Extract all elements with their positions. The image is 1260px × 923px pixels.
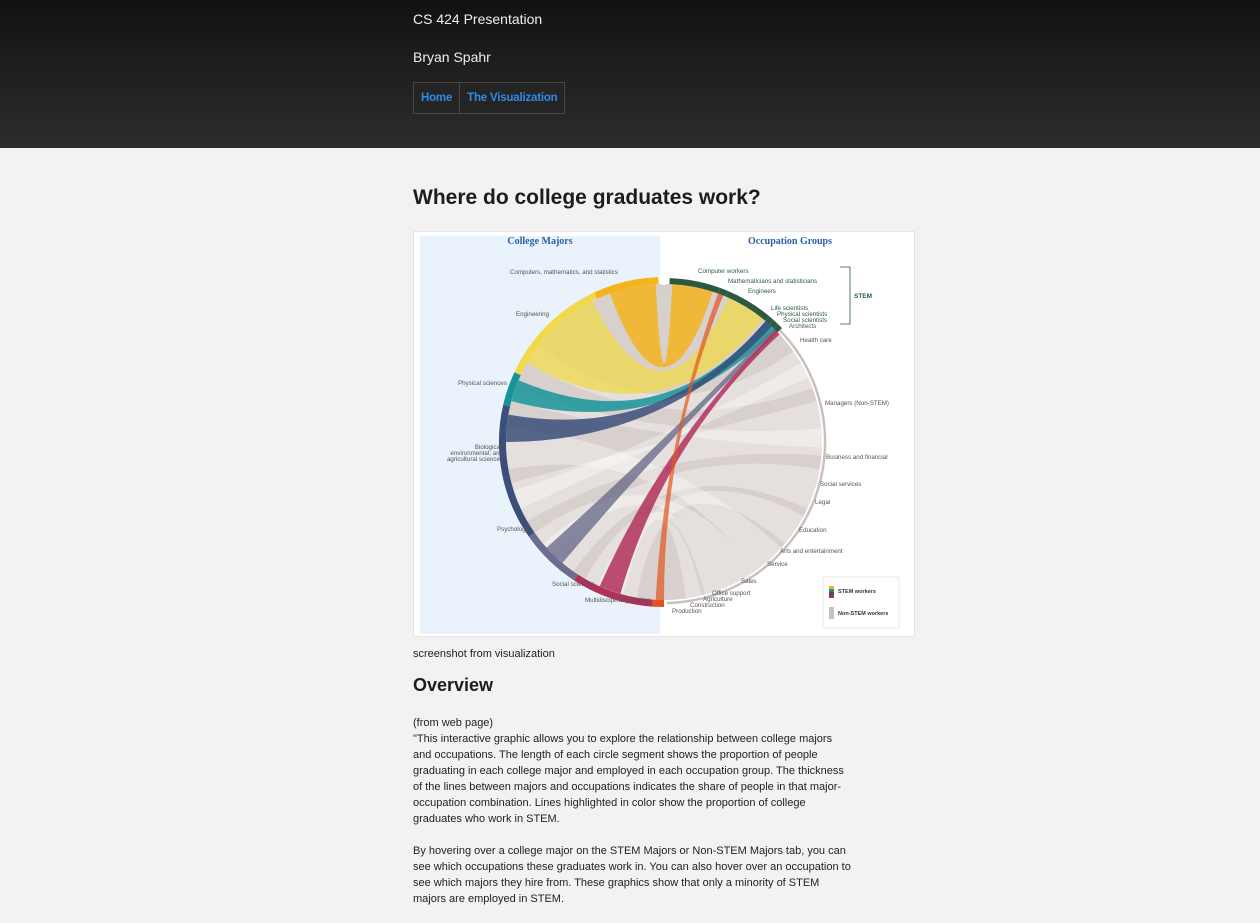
legend-swatch-teal (829, 589, 834, 592)
occ-label-managers: Managers (Non-STEM) (825, 400, 889, 407)
occ-label-production: Production (672, 608, 702, 615)
stem-bracket (840, 267, 850, 324)
overview-paragraph-1: "This interactive graphic allows you to … (413, 731, 853, 827)
occupation-arc (772, 322, 776, 326)
occupation-arc (686, 598, 703, 601)
nav-link-visualization[interactable]: The Visualization (459, 83, 564, 113)
occupation-arc (681, 601, 687, 602)
occ-label-social-services: Social services (820, 481, 861, 488)
legend-swatch-navy (829, 592, 834, 595)
major-label-physical: Physical sciences (458, 380, 507, 387)
legend-stem-label: STEM workers (838, 589, 876, 595)
occ-label-architects: Architects (789, 323, 816, 330)
legend: STEM workers Non-STEM workers (823, 577, 899, 628)
occupation-arc (768, 319, 772, 323)
major-label-bio-3: agricultural sciences (447, 456, 503, 463)
occ-label-sales: Sales (741, 578, 756, 585)
source-note: (from web page) (413, 715, 853, 731)
legend-non-stem-label: Non-STEM workers (838, 611, 888, 617)
occ-label-business: Business and financial (826, 454, 888, 461)
chord-diagram: College Majors Occupation Groups Compute… (414, 232, 914, 636)
occ-label-education: Education (799, 527, 827, 534)
occ-label-mathematicians: Mathematicians and statisticians (728, 278, 817, 285)
occ-label-computer-workers: Computer workers (698, 268, 749, 275)
legend-swatch-gray (829, 607, 834, 619)
overview-text: (from web page) "This interactive graphi… (413, 715, 853, 923)
occupation-arc (776, 326, 780, 330)
site-author: Bryan Spahr (413, 49, 491, 65)
occ-label-legal: Legal (815, 499, 830, 506)
major-label-computers: Computers, mathematics, and statistics (510, 269, 618, 276)
legend-box (823, 577, 899, 628)
main-nav: Home The Visualization (413, 82, 565, 114)
visualization-screenshot: College Majors Occupation Groups Compute… (413, 231, 915, 637)
occupations-heading: Occupation Groups (748, 236, 832, 247)
occupation-arc (719, 291, 727, 294)
stem-bracket-label: STEM (854, 293, 872, 300)
top-gap-marker (659, 275, 669, 285)
legend-swatch-yellow (829, 586, 834, 589)
legend-swatch-crimson (829, 595, 834, 598)
nav-link-home[interactable]: Home (414, 83, 459, 113)
occ-label-arts: Arts and entertainment (780, 548, 843, 555)
major-label-social: Social sciences (552, 581, 595, 588)
occ-label-service: Service (767, 561, 788, 568)
major-label-multidisciplinary: Multidisciplinary studies (585, 597, 650, 604)
page-title: Where do college graduates work? (413, 186, 761, 210)
majors-heading: College Majors (507, 236, 572, 247)
figure-caption: screenshot from visualization (413, 648, 555, 660)
occ-label-health-care: Health care (800, 337, 832, 344)
major-label-psychology: Psychology (497, 526, 530, 533)
occ-label-engineers: Engineers (748, 288, 776, 295)
occupation-arc (672, 602, 680, 603)
site-title: CS 424 Presentation (413, 11, 542, 27)
major-label-engineering: Engineering (516, 311, 550, 318)
overview-paragraph-2: By hovering over a college major on the … (413, 843, 853, 907)
site-header: CS 424 Presentation Bryan Spahr Home The… (0, 0, 1260, 148)
overview-heading: Overview (413, 675, 493, 696)
